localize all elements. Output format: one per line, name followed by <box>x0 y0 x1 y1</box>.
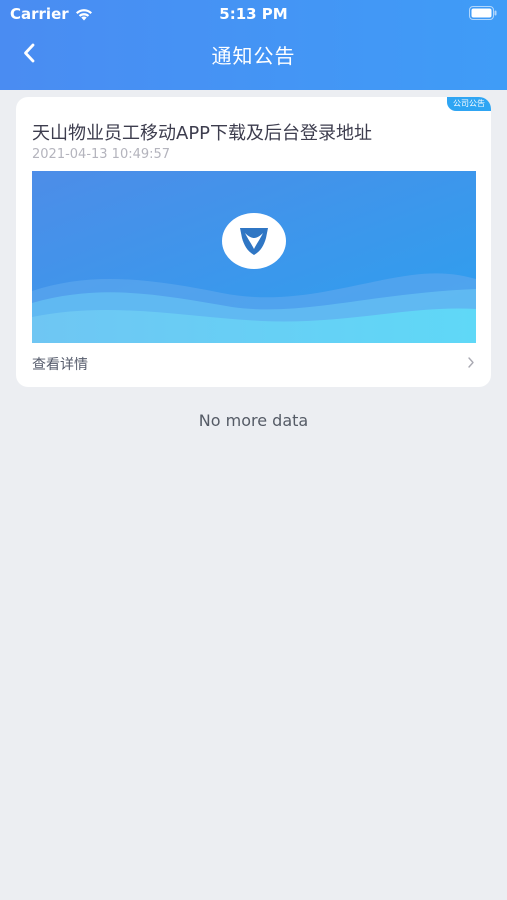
header: Carrier 5:13 PM 通知公告 <box>0 0 507 90</box>
status-bar: Carrier 5:13 PM <box>0 0 507 28</box>
notice-date: 2021-04-13 10:49:57 <box>32 147 171 162</box>
view-details-label: 查看详情 <box>32 357 88 373</box>
no-more-data-label: No more data <box>198 411 309 430</box>
notice-title: 天山物业员工移动APP下载及后台登录地址 <box>32 123 373 144</box>
clock: 5:13 PM <box>219 5 288 23</box>
nav-bar: 通知公告 <box>0 36 507 70</box>
page-title: 通知公告 <box>211 44 296 68</box>
notice-card[interactable]: 公司公告 天山物业员工移动APP下载及后台登录地址 2021-04-13 10:… <box>16 97 491 387</box>
view-details-link[interactable]: 查看详情 <box>32 353 475 375</box>
chevron-right-icon <box>468 357 474 368</box>
notice-banner-image <box>32 171 476 343</box>
battery-icon <box>469 6 497 20</box>
category-badge: 公司公告 <box>447 97 491 111</box>
